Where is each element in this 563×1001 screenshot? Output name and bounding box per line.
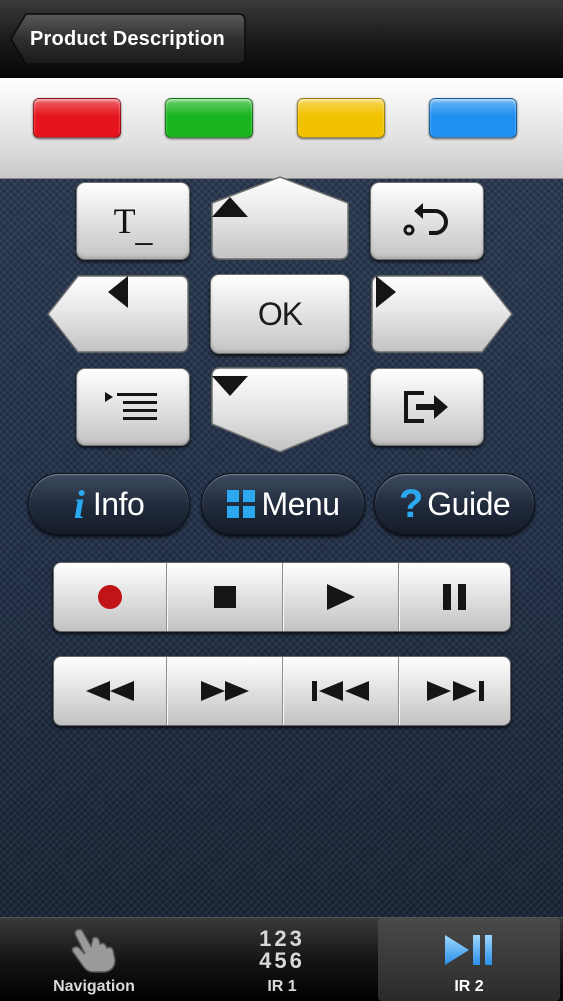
up-button[interactable] bbox=[210, 175, 350, 261]
tab-ir2[interactable]: IR 2 bbox=[378, 918, 560, 1001]
play-icon bbox=[326, 584, 355, 610]
info-icon: i bbox=[73, 481, 85, 527]
numpad-line-2: 456 bbox=[259, 948, 305, 973]
down-button[interactable] bbox=[210, 366, 350, 454]
tools-list-icon bbox=[105, 392, 157, 420]
transport-bar-1 bbox=[53, 562, 511, 632]
blue-button[interactable] bbox=[429, 98, 517, 138]
play-button[interactable] bbox=[283, 563, 398, 631]
number-pad-icon: 123 456 bbox=[188, 924, 376, 976]
return-button[interactable] bbox=[370, 182, 484, 260]
tab-bar: Navigation 123 456 IR 1 IR 2 bbox=[0, 917, 563, 1001]
tab-ir2-label: IR 2 bbox=[454, 978, 484, 995]
next-button[interactable] bbox=[399, 657, 510, 725]
tab-ir1[interactable]: 123 456 IR 1 bbox=[188, 918, 376, 1001]
tab-navigation[interactable]: Navigation bbox=[0, 918, 188, 1001]
tab-navigation-label: Navigation bbox=[53, 978, 135, 995]
exit-button[interactable] bbox=[370, 368, 484, 446]
numpad-line-1: 123 bbox=[259, 926, 305, 951]
rewind-button[interactable] bbox=[54, 657, 166, 725]
exit-icon bbox=[404, 391, 448, 423]
pause-icon bbox=[442, 584, 466, 610]
ok-button[interactable]: OK bbox=[210, 274, 350, 354]
arrow-up-icon bbox=[210, 195, 350, 255]
skip-forward-icon bbox=[426, 681, 484, 701]
menu-button[interactable]: Menu bbox=[201, 473, 365, 535]
teletext-icon: T_ bbox=[113, 201, 153, 246]
record-icon bbox=[98, 585, 122, 609]
record-button[interactable] bbox=[54, 563, 166, 631]
previous-button[interactable] bbox=[283, 657, 398, 725]
tools-button[interactable] bbox=[76, 368, 190, 446]
menu-grid-icon bbox=[227, 490, 256, 518]
tab-ir1-label: IR 1 bbox=[267, 978, 297, 995]
arrow-left-icon bbox=[106, 274, 186, 354]
guide-button[interactable]: ? Guide bbox=[374, 473, 535, 535]
return-icon bbox=[403, 203, 448, 236]
yellow-button[interactable] bbox=[297, 98, 385, 138]
color-button-bar bbox=[0, 78, 563, 179]
back-button[interactable]: Product Description bbox=[10, 13, 246, 65]
ok-label: OK bbox=[257, 295, 303, 332]
play-pause-icon bbox=[378, 924, 560, 976]
pause-button[interactable] bbox=[399, 563, 510, 631]
fast-forward-icon bbox=[200, 681, 249, 701]
skip-back-icon bbox=[311, 681, 369, 701]
fast-forward-button[interactable] bbox=[167, 657, 282, 725]
teletext-button[interactable]: T_ bbox=[76, 182, 190, 260]
right-button[interactable] bbox=[370, 274, 514, 354]
arrow-down-icon bbox=[210, 374, 350, 434]
stop-icon bbox=[213, 586, 236, 608]
transport-bar-2 bbox=[53, 656, 511, 726]
green-button[interactable] bbox=[165, 98, 253, 138]
hand-pointer-icon bbox=[0, 924, 188, 976]
guide-label: Guide bbox=[427, 485, 511, 522]
guide-icon: ? bbox=[398, 481, 424, 526]
top-bar: Product Description bbox=[0, 0, 563, 79]
red-button[interactable] bbox=[33, 98, 121, 138]
info-label: Info bbox=[92, 485, 145, 522]
back-button-label: Product Description bbox=[30, 28, 225, 50]
stop-button[interactable] bbox=[167, 563, 282, 631]
rewind-icon bbox=[86, 681, 134, 701]
left-button[interactable] bbox=[46, 274, 190, 354]
menu-label: Menu bbox=[261, 485, 340, 522]
arrow-right-icon bbox=[374, 274, 454, 354]
info-button[interactable]: i Info bbox=[28, 473, 190, 535]
